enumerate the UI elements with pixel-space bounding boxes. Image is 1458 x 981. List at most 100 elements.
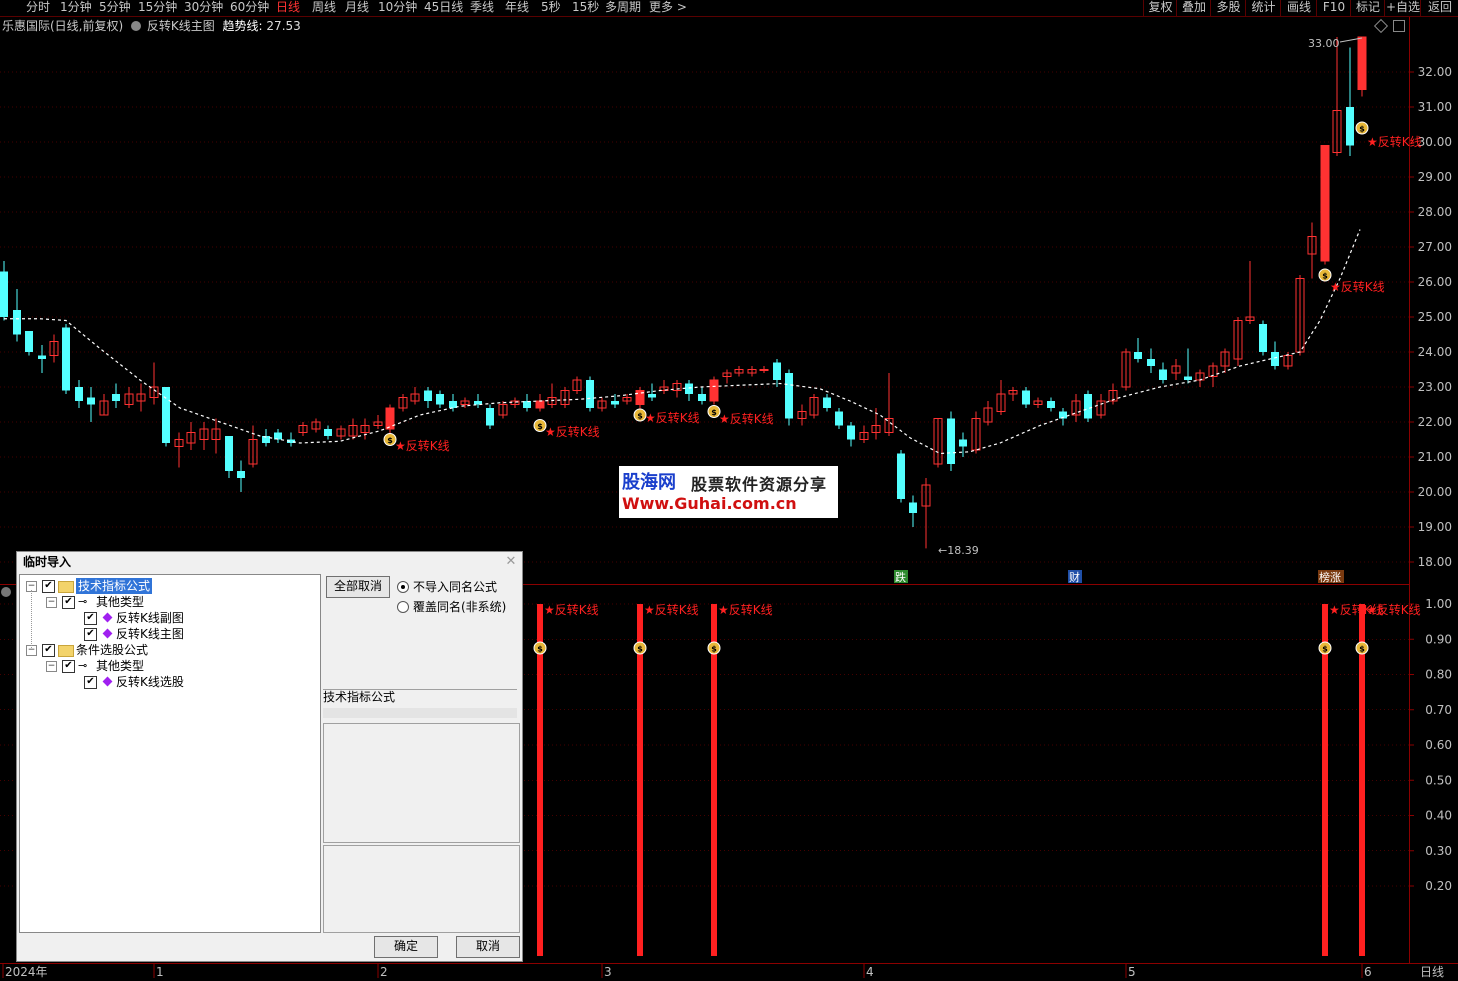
sub-signal: $ ★反转K线 [633,602,699,956]
candle [797,404,807,426]
money-bag-symbol: $ [537,645,543,654]
radio-overwrite-label[interactable]: 覆盖同名(非系统) [413,598,506,615]
price-tick-label: 32.00 [1418,65,1452,79]
candle-body [1346,107,1354,146]
price-tick-label: 24.00 [1418,345,1452,359]
high-price-label: 33.00 [1308,37,1340,50]
event-marker-label: 财 [1069,570,1080,584]
candle [759,366,769,373]
money-bag-symbol: $ [637,645,643,654]
formula-tree[interactable]: − ✔ 技术指标公式 − ✔ ⊸ 其他类型 ✔ 反转K线副图 ✔ 反转K线主图 − ✔ 条件选股公式 − ✔ ⊸… [19,574,321,933]
candle-body [959,439,967,447]
candle [1096,394,1106,419]
candle-body [25,331,33,352]
price-tick-label: 22.00 [1418,415,1452,429]
formula-icon [102,612,113,623]
candle-body [947,418,955,464]
dialog-title: 临时导入 [17,552,522,572]
checkbox[interactable]: ✔ [42,644,55,657]
sub-pane-toggle-icon[interactable] [1,587,11,597]
signal-candle-body [1321,145,1329,261]
tree-node-label: 技术指标公式 [76,578,153,594]
formula-icon [102,628,113,639]
candle-body [1134,352,1142,359]
money-bag-icon: $ [1355,121,1369,135]
money-bag-symbol: $ [711,645,717,654]
checkbox[interactable]: ✔ [42,580,55,593]
candle-body [1022,390,1030,405]
collapse-icon[interactable]: − [46,661,57,672]
radio-overwrite[interactable] [397,601,409,613]
candle-body [823,397,831,408]
candle [1220,348,1230,373]
checkbox[interactable]: ✔ [84,628,97,641]
candle [149,362,159,405]
tree-node[interactable]: − ✔ 条件选股公式 [20,642,318,658]
candle [996,380,1006,415]
sub-tick-label: 0.80 [1425,668,1452,682]
candle [785,369,793,426]
tree-node-label: 其他类型 [96,659,145,673]
description-panel [323,708,517,718]
price-tick-label: 21.00 [1418,450,1452,464]
radio-skip-same-label[interactable]: 不导入同名公式 [413,578,497,595]
candle-body [685,383,693,394]
tree-node[interactable]: ✔ 反转K线主图 [20,626,318,642]
candle [897,450,905,503]
tree-node[interactable]: ✔ 反转K线选股 [20,674,318,690]
candle [274,429,282,443]
price-tick-label: 31.00 [1418,100,1452,114]
ok-button[interactable]: 确定 [374,936,438,958]
candle [659,380,669,394]
candle-body [436,394,444,405]
candle [398,394,408,412]
signal-label: ★反转K线 [719,411,774,426]
radio-skip-same[interactable] [397,581,409,593]
candle-body [424,390,432,401]
signal-candle-body [710,380,718,401]
candle-body [75,387,83,401]
money-bag-symbol: $ [637,412,643,421]
candle-body [1259,324,1267,352]
tree-node[interactable]: − ✔ ⊸ 其他类型 [20,594,318,610]
candle [1171,359,1181,380]
money-bag-symbol: $ [1359,125,1365,134]
cancel-button[interactable]: 取消 [456,936,520,958]
chart-window-icon[interactable] [1393,20,1405,32]
price-tick-label: 19.00 [1418,520,1452,534]
checkbox[interactable]: ✔ [84,612,97,625]
candle [1134,338,1142,363]
tree-node[interactable]: − ✔ ⊸ 其他类型 [20,658,318,674]
tree-node[interactable]: ✔ 反转K线副图 [20,610,318,626]
candle [211,418,221,454]
candle [835,408,843,429]
candle [360,418,370,440]
time-tick-label: 1 [156,965,164,979]
signal-label: ★反转K线 [1330,279,1385,294]
collapse-icon[interactable]: − [46,597,57,608]
tree-node-label: 其他类型 [96,595,145,609]
type-icon: ⊸ [78,595,88,608]
checkbox[interactable]: ✔ [62,596,75,609]
candle [62,324,70,394]
candle-body [225,436,233,471]
tree-node[interactable]: − ✔ 技术指标公式 [20,578,318,594]
sub-signal-bar [1322,604,1328,956]
import-dialog: 临时导入 ✕ − ✔ 技术指标公式 − ✔ ⊸ 其他类型 ✔ 反转K线副图 ✔ 反转K线主图 − ✔ 条件… [16,551,523,962]
event-marker-label: 榜涨 [1319,570,1341,584]
close-icon[interactable]: ✕ [504,555,518,569]
tree-node-label: 条件选股公式 [76,643,149,657]
sub-signal-label: ★反转K线 [644,602,699,617]
checkbox[interactable]: ✔ [62,660,75,673]
sub-tick-label: 0.70 [1425,703,1452,717]
candle [410,387,420,405]
candle-body [847,425,855,440]
time-tick-label: 6 [1364,965,1372,979]
time-tick-label: 2024年 [5,965,48,979]
money-bag-symbol: $ [387,436,393,445]
cancel-all-button[interactable]: 全部取消 [326,576,390,598]
checkbox[interactable]: ✔ [84,676,97,689]
candle-body [611,401,619,405]
candle-body [648,394,656,398]
signal-candle-body [536,401,544,408]
